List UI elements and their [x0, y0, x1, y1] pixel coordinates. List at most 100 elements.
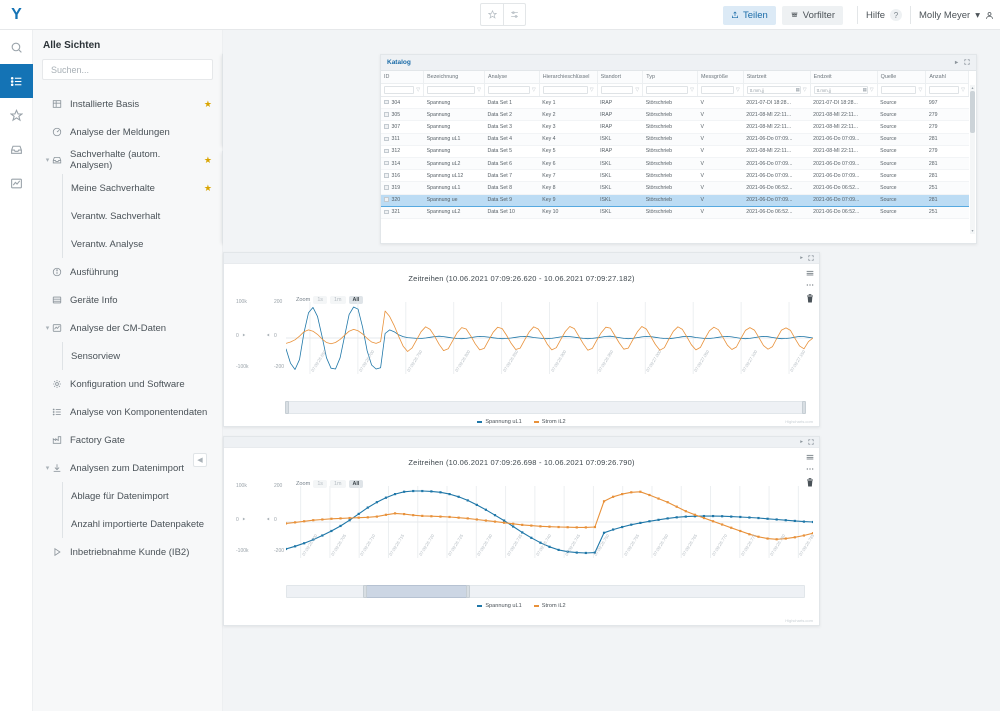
chart-2-navigator[interactable] — [286, 585, 805, 598]
sidebar-item-analyse-von-komponentendaten[interactable]: Analyse von Komponentendaten — [33, 398, 222, 426]
sidebar-item-meine-sachverhalte[interactable]: Meine Sachverhalte★ — [33, 174, 222, 202]
favorite-star-icon[interactable]: ★ — [204, 99, 212, 110]
catalog-column-header[interactable]: Typ — [643, 71, 698, 84]
chevron-icon[interactable]: ▾ — [43, 324, 52, 332]
sidebar-item-ablage-f-r-datenimport[interactable]: Ablage für Datenimport — [33, 482, 222, 510]
rail-item-search[interactable] — [0, 30, 33, 64]
catalog-filter-input[interactable]: tt.mm.jj▦ — [747, 86, 801, 94]
catalog-column-header[interactable]: Bezeichnung — [424, 71, 485, 84]
expand-arrow-icon[interactable]: ▸ — [800, 255, 803, 261]
filter-settings-icon[interactable] — [503, 4, 525, 25]
row-checkbox[interactable] — [384, 197, 389, 202]
row-checkbox[interactable] — [384, 149, 389, 154]
star-icon[interactable] — [481, 4, 503, 25]
catalog-column-header[interactable]: Analyse — [484, 71, 539, 84]
sidebar-item-factory-gate[interactable]: Factory Gate — [33, 426, 222, 454]
table-row[interactable]: 320Spannung ueData Set 9Key 9ISKLStörsch… — [381, 194, 969, 206]
catalog-column-header[interactable]: Quelle — [877, 71, 926, 84]
prefilter-button[interactable]: Vorfilter — [782, 6, 843, 25]
chart-1-legend-item-0[interactable]: Spannung uL1 — [477, 419, 521, 425]
catalog-filter-input[interactable] — [646, 86, 688, 94]
scroll-down-arrow[interactable]: ▾ — [970, 228, 975, 234]
filter-funnel-icon[interactable]: ▽ — [918, 87, 922, 93]
chart-2-navigator-handle-right[interactable] — [466, 585, 470, 598]
sidebar-item-inbetriebnahme-kunde-ib2[interactable]: Inbetriebnahme Kunde (IB2) — [33, 538, 222, 566]
table-row[interactable]: 304SpannungData Set 1Key 1IRAPStörschrie… — [381, 97, 969, 109]
chart-2-plot[interactable]: 100k 0 -100k 200 0 -200 ⯈ ⯇ — [224, 486, 819, 558]
chart-1-navigator[interactable] — [286, 401, 805, 414]
expand-arrow-icon[interactable]: ▸ — [955, 59, 958, 66]
catalog-column-header[interactable]: Hierarchieschlüssel — [539, 71, 597, 84]
rail-item-analytics[interactable] — [0, 166, 33, 200]
sidebar-item-sensorview[interactable]: Sensorview — [33, 342, 222, 370]
chart-2-navigator-window[interactable] — [365, 585, 468, 598]
catalog-filter-input[interactable] — [384, 86, 414, 94]
rail-item-favorites[interactable] — [0, 98, 33, 132]
catalog-filter-input[interactable] — [427, 86, 475, 94]
chart-1-navigator-handle-left[interactable] — [285, 401, 289, 414]
row-checkbox[interactable] — [384, 124, 389, 129]
row-checkbox[interactable] — [384, 161, 389, 166]
filter-funnel-icon[interactable]: ▽ — [416, 87, 420, 93]
catalog-filter-input[interactable] — [543, 86, 588, 94]
filter-funnel-icon[interactable]: ▽ — [736, 87, 740, 93]
scrollbar-thumb[interactable] — [970, 91, 975, 133]
user-menu[interactable]: Molly Meyer ▾ — [919, 10, 994, 21]
filter-funnel-icon[interactable]: ▽ — [590, 87, 594, 93]
favorite-star-icon[interactable]: ★ — [204, 155, 212, 166]
chart-1-legend-item-1[interactable]: Strom iL2 — [534, 419, 566, 425]
brand-logo[interactable]: Y — [0, 0, 33, 30]
catalog-column-header[interactable]: Anzahl — [926, 71, 969, 84]
sidebar-item-analyse-der-cm-daten[interactable]: ▾Analyse der CM-Daten — [33, 314, 222, 342]
table-row[interactable]: 305SpannungData Set 2Key 2IRAPStörschrie… — [381, 109, 969, 121]
catalog-filter-input[interactable] — [881, 86, 917, 94]
sidebar-item-analyse-der-meldungen[interactable]: Analyse der Meldungen — [33, 118, 222, 146]
catalog-filter-input[interactable] — [701, 86, 734, 94]
sidebar-item-installierte-basis[interactable]: Installierte Basis★ — [33, 90, 222, 118]
row-checkbox[interactable] — [384, 173, 389, 178]
sidebar-item-verantw-sachverhalt[interactable]: Verantw. Sachverhalt — [33, 202, 222, 230]
sidebar-collapse-button[interactable]: ◀ — [193, 453, 207, 467]
row-checkbox[interactable] — [384, 210, 389, 215]
table-row[interactable]: 307SpannungData Set 3Key 3IRAPStörschrie… — [381, 121, 969, 133]
chevron-icon[interactable]: ▾ — [43, 464, 52, 472]
row-checkbox[interactable] — [384, 185, 389, 190]
chart-2-legend-item-0[interactable]: Spannung uL1 — [477, 603, 521, 609]
filter-funnel-icon[interactable]: ▽ — [635, 87, 639, 93]
sidebar-item-ger-te-info[interactable]: Geräte Info — [33, 286, 222, 314]
favorite-star-icon[interactable]: ★ — [204, 183, 212, 194]
sidebar-item-ausf-hrung[interactable]: Ausführung — [33, 258, 222, 286]
filter-funnel-icon[interactable]: ▽ — [870, 87, 874, 93]
expand-arrow-icon[interactable]: ▸ — [800, 439, 803, 445]
filter-funnel-icon[interactable]: ▽ — [477, 87, 481, 93]
catalog-filter-input[interactable] — [929, 86, 959, 94]
chart-2-credit[interactable]: Highcharts.com — [785, 618, 813, 623]
chart-1-navigator-handle-right[interactable] — [802, 401, 806, 414]
sidebar-item-anzahl-importierte-datenpakete[interactable]: Anzahl importierte Datenpakete — [33, 510, 222, 538]
help-button[interactable]: Hilfe ? — [866, 9, 902, 21]
filter-funnel-icon[interactable]: ▽ — [961, 87, 965, 93]
rail-item-inbox[interactable] — [0, 132, 33, 166]
sidebar-item-sachverhalte-autom-analysen[interactable]: ▾Sachverhalte (autom. Analysen)★ — [33, 146, 222, 174]
catalog-filter-input[interactable]: tt.mm.jj▦ — [814, 86, 868, 94]
table-row[interactable]: 311Spannung uL1Data Set 4Key 4ISKLStörsc… — [381, 133, 969, 145]
catalog-filter-input[interactable] — [601, 86, 634, 94]
row-checkbox[interactable] — [384, 112, 389, 117]
table-scrollbar[interactable]: ▴ ▾ — [970, 85, 975, 234]
row-checkbox[interactable] — [384, 100, 389, 105]
catalog-filter-input[interactable] — [488, 86, 530, 94]
table-row[interactable]: 321Spannung uL2Data Set 10Key 10ISKLStör… — [381, 206, 969, 218]
filter-funnel-icon[interactable]: ▽ — [532, 87, 536, 93]
row-checkbox[interactable] — [384, 137, 389, 142]
catalog-column-header[interactable]: Standort — [597, 71, 643, 84]
search-input[interactable]: Suchen... — [42, 59, 213, 80]
rail-item-views[interactable] — [0, 64, 33, 98]
table-row[interactable]: 316Spannung uL12Data Set 7Key 7ISKLStörs… — [381, 170, 969, 182]
catalog-column-header[interactable]: Endzeit — [810, 71, 877, 84]
catalog-column-header[interactable]: ID — [381, 71, 424, 84]
filter-funnel-icon[interactable]: ▽ — [803, 87, 807, 93]
chevron-icon[interactable]: ▾ — [43, 156, 52, 164]
table-row[interactable]: 312SpannungData Set 5Key 5IRAPStörschrie… — [381, 145, 969, 157]
sidebar-item-verantw-analyse[interactable]: Verantw. Analyse — [33, 230, 222, 258]
chart-2-navigator-handle-left[interactable] — [363, 585, 367, 598]
